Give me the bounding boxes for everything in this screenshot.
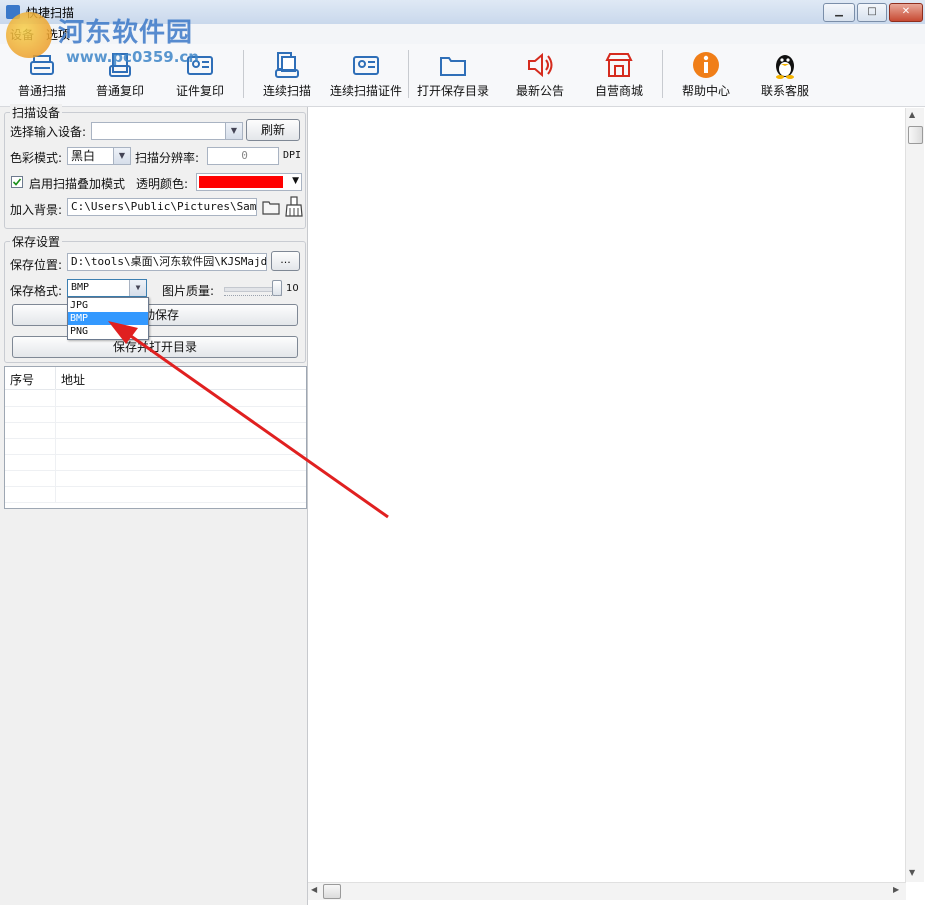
toolbar-separator [662,50,663,98]
preview-canvas[interactable] [307,107,925,905]
scroll-left-icon[interactable]: ◀ [311,885,317,894]
list-row [5,470,306,487]
chevron-down-icon: ▼ [225,123,242,139]
background-label: 加入背景: [10,203,63,217]
check-icon [12,178,22,186]
qq-penguin-icon [776,55,794,79]
quality-slider[interactable] [224,280,282,298]
clear-brush-icon[interactable] [284,196,304,218]
chevron-down-icon: ▼ [129,280,146,296]
save-location-label: 保存位置: [10,258,63,272]
watermark-url: www.pc0359.cn [66,48,199,66]
store-icon [605,53,633,77]
transparent-color-label: 透明颜色: [136,177,189,191]
browse-folder-icon[interactable] [261,197,281,217]
auto-save-button[interactable]: 自动保存 [12,304,298,326]
contact-support-button[interactable]: 联系客服 [753,46,817,104]
maximize-button[interactable]: □ [857,3,887,22]
save-open-folder-button[interactable]: 保存并打开目录 [12,336,298,358]
format-option-png[interactable]: PNG [68,325,148,338]
list-row [5,454,306,471]
close-button[interactable]: ✕ [889,3,923,22]
background-path-input[interactable]: C:\Users\Public\Pictures\Sample [67,198,257,216]
resolution-input[interactable]: 0 [207,147,279,165]
slider-thumb[interactable] [272,280,282,296]
format-dropdown-list: JPG BMP PNG [67,297,149,340]
save-format-select[interactable]: BMP ▼ [67,279,147,297]
continuous-id-scan-icon [353,56,379,75]
list-row [5,390,306,407]
toolbar-separator [408,50,409,98]
toolbar-separator [243,50,244,98]
continuous-scan-button[interactable]: 连续扫描 [255,46,319,104]
column-address[interactable]: 地址 [61,371,85,388]
format-option-bmp[interactable]: BMP [68,312,148,325]
save-location-input[interactable]: D:\tools\桌面\河东软件园\KJSMajdj [67,253,267,271]
minimize-button[interactable]: ▁ [823,3,855,22]
column-index[interactable]: 序号 [10,371,34,388]
color-mode-label: 色彩模式: [10,151,63,165]
vertical-scroll-thumb[interactable] [908,126,923,144]
device-select[interactable]: ▼ [91,122,243,140]
list-row [5,406,306,423]
format-option-jpg[interactable]: JPG [68,299,148,312]
quality-value: 10 [286,283,299,294]
color-swatch [199,176,283,188]
store-button[interactable]: 自营商城 [587,46,651,104]
watermark-logo-icon [6,12,52,58]
color-mode-select[interactable]: 黑白 ▼ [67,147,131,165]
overlay-checkbox[interactable] [11,176,23,188]
resolution-label: 扫描分辨率: [135,151,200,165]
scan-settings-title: 扫描设备 [10,104,63,121]
vertical-scrollbar[interactable]: ▲ ▼ [905,108,924,882]
save-settings-title: 保存设置 [10,233,63,250]
open-save-folder-button[interactable]: 打开保存目录 [414,46,492,104]
scroll-down-icon[interactable]: ▼ [909,868,915,877]
file-list[interactable]: 序号 地址 [4,366,307,509]
list-row [5,486,306,503]
scroll-right-icon[interactable]: ▶ [893,885,899,894]
list-row [5,438,306,455]
list-header: 序号 地址 [5,367,306,390]
device-label: 选择输入设备: [10,125,87,139]
announcement-button[interactable]: 最新公告 [508,46,572,104]
scroll-up-icon[interactable]: ▲ [909,110,915,119]
horizontal-scrollbar[interactable]: ◀ ▶ [308,882,906,900]
list-row [5,422,306,439]
save-format-label: 保存格式: [10,284,63,298]
dpi-label: DPI [283,150,302,161]
horizontal-scroll-thumb[interactable] [323,884,341,899]
refresh-button[interactable]: 刷新 [246,119,300,141]
folder-icon [440,57,466,76]
watermark-name: 河东软件园 [58,18,194,48]
overlay-checkbox-label: 启用扫描叠加模式 [29,177,126,191]
transparent-color-picker[interactable]: ▼ [196,173,302,191]
speaker-icon [528,52,553,78]
info-icon [693,52,719,78]
continuous-id-scan-button[interactable]: 连续扫描证件 [328,46,404,104]
chevron-down-icon: ▼ [113,148,130,164]
help-center-button[interactable]: 帮助中心 [674,46,738,104]
browse-location-button[interactable]: ... [271,251,300,271]
caret-down-icon: ▼ [292,176,299,186]
quality-label: 图片质量: [162,284,215,298]
continuous-scan-icon [275,52,299,78]
